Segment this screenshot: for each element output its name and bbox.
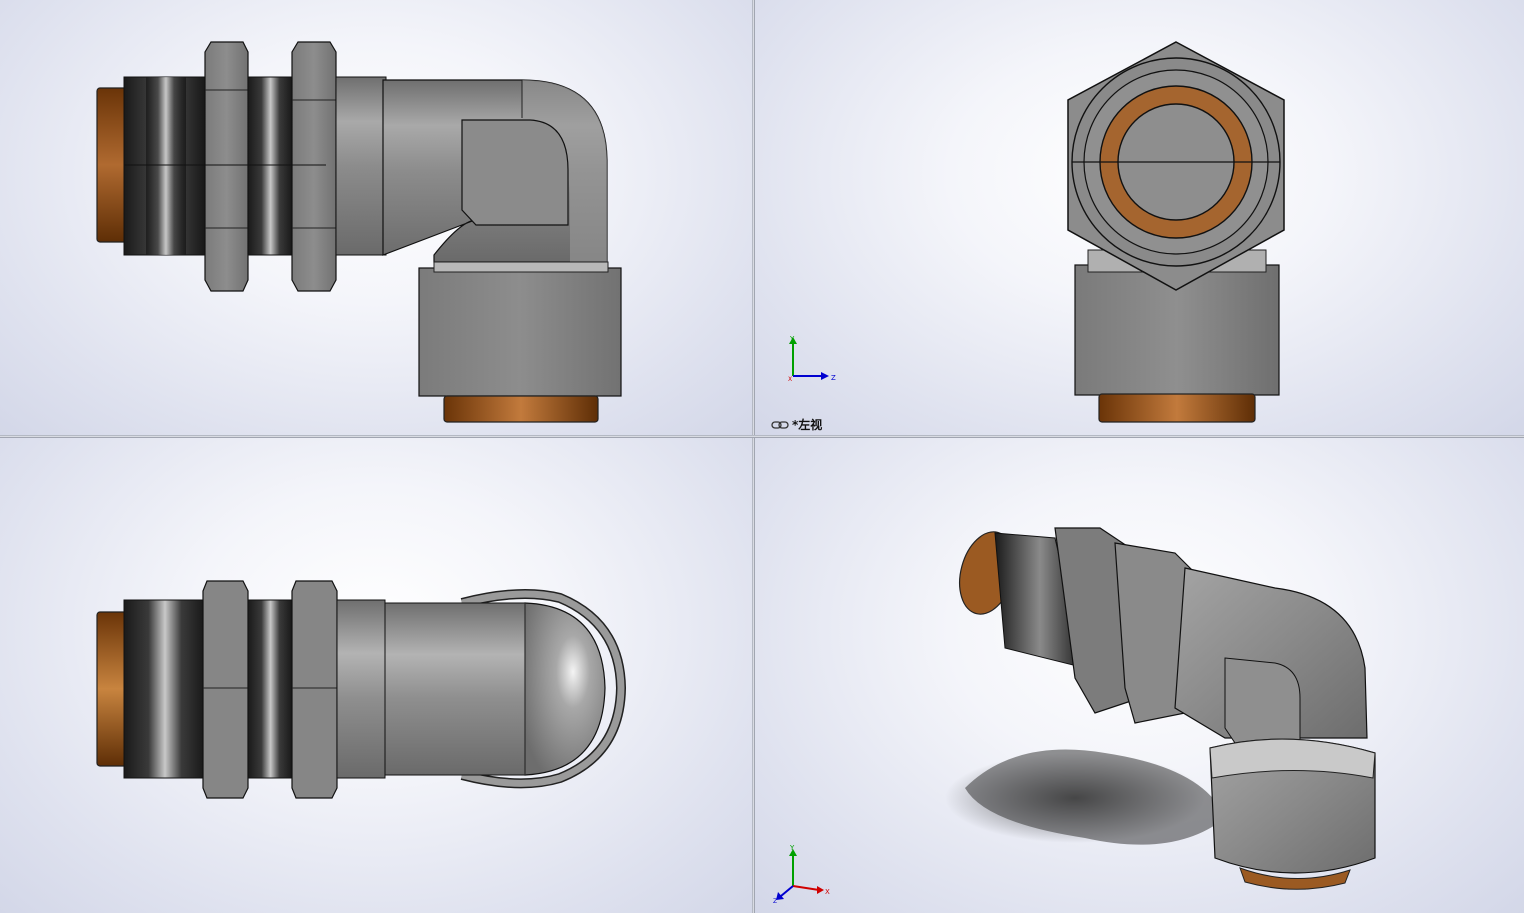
- elbow-fitting-front-model[interactable]: [0, 0, 752, 435]
- top-brass-end: [96, 611, 128, 767]
- elbow-flat-face: [461, 119, 569, 226]
- view-orientation-label[interactable]: *左视: [771, 416, 822, 433]
- side-brass-bottom: [1098, 393, 1256, 423]
- top-hex-nut-1: [202, 580, 249, 799]
- viewport-left-view[interactable]: Y Z X *左视: [755, 0, 1524, 435]
- top-pipe: [384, 602, 526, 776]
- view-label-text: *左视: [792, 418, 823, 432]
- coordinate-triad-icon-iso: Y X Z: [773, 844, 830, 904]
- top-thread-2: [247, 599, 294, 779]
- top-thread-1: [123, 599, 207, 779]
- elbow-fitting-iso-model[interactable]: [755, 438, 1524, 913]
- elbow-fitting-top-model[interactable]: [0, 438, 752, 913]
- top-collar: [336, 599, 386, 779]
- top-hex-nut-2: [291, 580, 338, 799]
- hex-nut-2: [291, 41, 337, 292]
- viewport-top[interactable]: [0, 438, 752, 913]
- brass-end-bottom: [443, 395, 599, 423]
- hex-nut-1: [204, 41, 249, 292]
- thread-section-2: [247, 76, 294, 256]
- axis-x-label: X: [788, 376, 792, 383]
- iso-flat-face: [1224, 657, 1301, 749]
- viewport-isometric[interactable]: Y X Z: [755, 438, 1524, 913]
- axis-z-label: Z: [831, 374, 836, 382]
- brass-end-left: [96, 87, 128, 243]
- iso-axis-z-label: Z: [773, 898, 777, 904]
- iso-axis-x-label: X: [825, 888, 830, 896]
- collar: [335, 76, 387, 256]
- axis-y-label: Y: [789, 335, 795, 343]
- lower-sleeve: [418, 267, 622, 397]
- four-view-layout: Y Z X *左视 Y X Z: [0, 0, 1524, 913]
- elbow-fitting-side-model[interactable]: [755, 0, 1524, 435]
- viewport-front[interactable]: [0, 0, 752, 435]
- link-chain-icon: [771, 420, 789, 429]
- horizontal-splitter[interactable]: [0, 435, 1524, 438]
- vertical-splitter[interactable]: [752, 0, 755, 913]
- iso-axis-y-label: Y: [789, 844, 795, 852]
- top-dome: [524, 602, 606, 776]
- coordinate-triad-icon: Y Z X: [788, 335, 836, 383]
